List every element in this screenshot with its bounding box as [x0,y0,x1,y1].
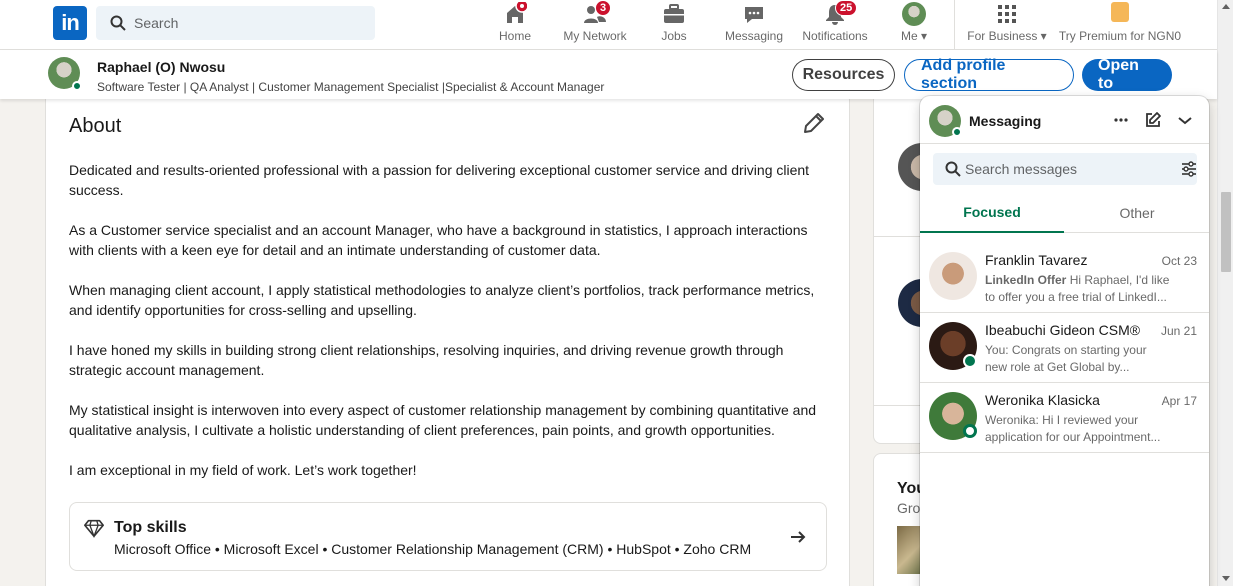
profile-name: Raphael (O) Nwosu [97,59,226,75]
chevron-down-icon[interactable] [1175,110,1195,130]
nav-messaging-label: Messaging [724,29,784,43]
me-avatar [902,2,926,26]
top-skills-box[interactable]: Top skills Microsoft Office • Microsoft … [69,502,827,571]
tab-focused[interactable]: Focused [920,192,1064,233]
open-to-button[interactable]: Open to [1082,57,1172,92]
search-placeholder: Search [134,15,179,31]
premium-label: Try Premium for NGN0 [1058,29,1182,43]
conversation-date: Oct 23 [1161,254,1197,268]
profile-sticky-header: Raphael (O) Nwosu Software Tester | QA A… [0,50,1217,99]
search-icon [945,161,961,177]
nav-me-label: Me ▾ [900,29,928,43]
nav-notifications-label: Notifications [802,29,868,43]
top-skills-title: Top skills [114,519,187,536]
conversation-avatar [929,252,977,300]
about-paragraph: My statistical insight is interwoven int… [69,402,817,438]
nav-business-label: For Business ▾ [967,29,1047,43]
conversation-item[interactable]: Weronika Klasicka Apr 17 Weronika: Hi I … [920,383,1209,453]
messaging-header[interactable]: Messaging [920,96,1209,144]
global-nav: in Search Home 3 My Network Jobs Messagi… [0,0,1217,50]
about-card: About Dedicated and results-oriented pro… [45,92,850,586]
try-premium-link[interactable]: Try Premium for NGN0 [1058,0,1182,50]
online-status-ring [963,424,977,438]
filter-icon[interactable] [1181,161,1197,177]
conversation-item[interactable]: Franklin Tavarez Oct 23 LinkedIn Offer H… [920,243,1209,313]
nav-jobs[interactable]: Jobs [658,0,690,50]
network-badge: 3 [595,0,612,16]
messaging-tabs: Focused Other [920,192,1209,233]
preview-text: Weronika: Hi I reviewed your [985,413,1139,427]
online-status-dot [963,354,977,368]
conversation-date: Jun 21 [1160,324,1197,338]
nav-divider [954,0,955,50]
conversation-preview: Weronika: Hi I reviewed your application… [985,412,1183,446]
right-card-subtitle: Gro [897,500,921,516]
conversation-preview: You: Congrats on starting your new role … [985,342,1183,376]
preview-text: You: Congrats on starting your [985,343,1147,357]
scroll-thumb[interactable] [1221,192,1231,272]
nav-messaging[interactable]: Messaging [724,0,784,50]
briefcase-icon [664,4,684,23]
about-description: Dedicated and results-oriented professio… [69,160,829,500]
about-paragraph: I have honed my skills in building stron… [69,342,784,378]
profile-headline: Software Tester | QA Analyst | Customer … [97,80,605,94]
about-paragraph: As a Customer service specialist and an … [69,222,808,258]
conversation-preview: LinkedIn Offer Hi Raphael, I'd like to o… [985,272,1183,306]
conversation-date: Apr 17 [1161,394,1197,408]
messaging-overlay: Messaging Search messages Focused Other … [920,96,1209,586]
about-paragraph: When managing client account, I apply st… [69,282,815,318]
conversation-item[interactable]: Ibeabuchi Gideon CSM® Jun 21 You: Congra… [920,313,1209,383]
premium-icon [1111,2,1129,22]
about-paragraph: Dedicated and results-oriented professio… [69,162,810,198]
messaging-title: Messaging [969,113,1042,129]
network-icon: 3 [583,0,612,26]
bell-icon: 25 [823,0,858,26]
nav-jobs-label: Jobs [661,29,687,43]
nav-network-label: My Network [563,29,627,43]
search-messages-input[interactable]: Search messages [933,153,1197,185]
preview-text: application for our Appointment... [985,430,1161,444]
nav-home[interactable]: Home [496,0,534,50]
resources-button[interactable]: Resources [792,59,895,91]
nav-notifications[interactable]: 25 Notifications [799,0,871,50]
linkedin-logo[interactable]: in [53,6,87,40]
search-icon [110,15,126,31]
preview-text: to offer you a free trial of LinkedI... [985,290,1167,304]
preview-text: new role at Get Global by... [985,360,1130,374]
nav-for-business[interactable]: For Business ▾ [966,0,1048,50]
online-status-dot [952,127,962,137]
arrow-right-icon[interactable] [788,527,808,547]
diamond-icon [84,519,104,539]
nav-me[interactable]: Me ▾ [896,0,932,50]
about-heading: About [69,115,122,137]
top-skills-list: Microsoft Office • Microsoft Excel • Cus… [114,541,752,557]
nav-my-network[interactable]: 3 My Network [560,0,630,50]
search-messages-placeholder: Search messages [965,161,1078,177]
nav-home-label: Home [498,29,531,43]
tab-other[interactable]: Other [1065,192,1209,233]
compose-icon[interactable] [1143,110,1163,130]
notifications-badge: 25 [835,0,858,16]
messaging-icon [745,7,763,23]
conversation-name: Franklin Tavarez [985,252,1088,268]
about-paragraph: I am exceptional in my field of work. Le… [69,462,417,478]
edit-pencil-icon[interactable] [802,111,826,135]
conversation-name: Weronika Klasicka [985,392,1100,408]
page-scrollbar[interactable] [1217,0,1233,586]
add-profile-section-button[interactable]: Add profile section [904,57,1074,92]
scroll-up-arrow-icon[interactable] [1222,4,1230,9]
scroll-down-arrow-icon[interactable] [1222,576,1230,581]
grid-icon [998,5,1016,23]
preview-text: Hi Raphael, I'd like [1069,273,1170,287]
home-icon [507,2,527,23]
more-options-icon[interactable] [1111,110,1131,130]
search-input[interactable]: Search [96,6,375,40]
conversation-name: Ibeabuchi Gideon CSM® [985,322,1141,338]
sponsored-label: LinkedIn Offer [985,273,1067,287]
online-status-dot [72,81,82,91]
